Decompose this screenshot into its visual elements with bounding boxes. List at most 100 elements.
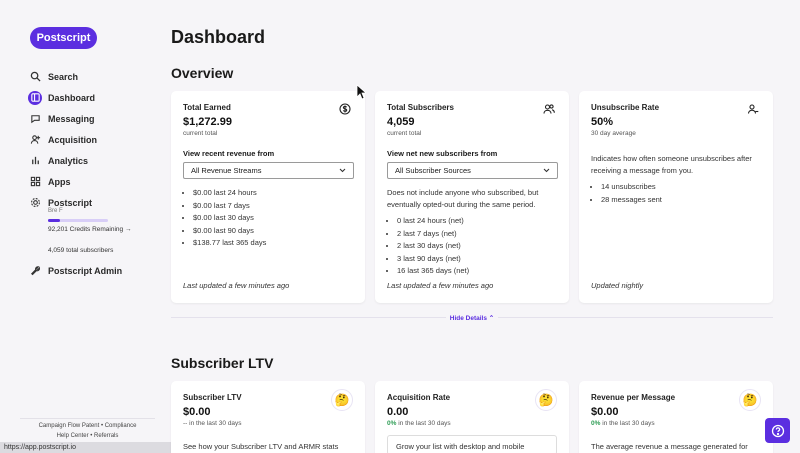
list-item: $0.00 last 24 hours (193, 187, 353, 200)
total-subscribers-text: 4,059 total subscribers (48, 247, 114, 254)
account-user-name: Bre F (48, 208, 63, 214)
card-subtitle: current total (183, 130, 218, 137)
hide-details-label: Hide Details ⌃ (445, 315, 499, 322)
sidebar: Postscript Search Dashboard Messaging Ac… (0, 0, 155, 453)
list-item: 2 last 30 days (net) (397, 240, 557, 253)
revenue-list: $0.00 last 24 hours $0.00 last 7 days $0… (183, 187, 353, 250)
sidebar-item-label: Acquisition (48, 134, 97, 145)
card-title: Acquisition Rate (387, 393, 451, 402)
chevron-down-icon (543, 168, 550, 173)
overview-section-title: Overview (171, 65, 234, 81)
unsubscribe-rate-card: Unsubscribe Rate 50% 30 day average Indi… (579, 91, 773, 303)
select-value: All Revenue Streams (191, 166, 262, 175)
gear-icon (28, 196, 42, 210)
card-subtitle: 0% in the last 30 days (591, 420, 761, 427)
list-item: 28 messages sent (601, 194, 761, 207)
sidebar-item-search[interactable]: Search (28, 66, 153, 87)
footer-link-referrals[interactable]: Referrals (94, 433, 118, 439)
sidebar-item-label: Search (48, 71, 79, 82)
card-title: Total Earned (183, 103, 231, 112)
dashboard-icon (28, 90, 42, 105)
card-value: $1,272.99 (183, 116, 232, 128)
card-subtitle: 30 day average (591, 130, 636, 137)
grid-icon (28, 175, 42, 189)
add-user-icon (28, 133, 42, 147)
sidebar-item-label: Analytics (48, 155, 89, 166)
subscribers-note: Does not include anyone who subscribed, … (387, 188, 539, 209)
footer-link-compliance[interactable]: Compliance (105, 423, 137, 429)
list-item: $0.00 last 7 days (193, 200, 353, 213)
sidebar-item-dashboard[interactable]: Dashboard (28, 87, 153, 108)
sidebar-item-label: Apps (48, 176, 71, 187)
mouse-cursor-icon (356, 84, 366, 100)
card-value: 50% (591, 116, 614, 128)
card-subtitle: 0% in the last 30 days (387, 420, 557, 427)
message-icon (28, 112, 42, 126)
thinking-face-icon: 🤔 (331, 389, 353, 411)
search-icon (28, 70, 42, 84)
sidebar-nav: Search Dashboard Messaging Acquisition A… (28, 66, 153, 281)
bar-chart-icon (28, 154, 42, 168)
card-note: See how your Subscriber LTV and ARMR sta… (183, 442, 339, 451)
period-text: in the last 30 days (187, 420, 242, 427)
users-icon (543, 104, 555, 114)
last-updated-text: Last updated a few minutes ago (183, 281, 290, 290)
list-item: 2 last 7 days (net) (397, 228, 557, 241)
revenue-streams-select[interactable]: All Revenue Streams (183, 162, 354, 179)
help-button[interactable] (765, 418, 790, 443)
credits-progress-bar (48, 219, 108, 222)
sidebar-item-acquisition[interactable]: Acquisition (28, 129, 153, 150)
list-item: 16 last 365 days (net) (397, 265, 557, 278)
last-updated-text: Last updated a few minutes ago (387, 281, 494, 290)
revenue-per-message-card: Revenue per Message $0.00 0% in the last… (579, 381, 773, 453)
list-item: 0 last 24 hours (net) (397, 215, 557, 228)
dollar-circle-icon (339, 103, 351, 115)
subscriber-ltv-card: Subscriber LTV $0.00 -- in the last 30 d… (171, 381, 365, 453)
subscriber-sources-select[interactable]: All Subscriber Sources (387, 162, 558, 179)
card-title: Total Subscribers (387, 103, 454, 112)
card-value: $0.00 (183, 406, 211, 418)
popup-promo-box[interactable]: Grow your list with desktop and mobile p… (387, 435, 557, 453)
list-item: $0.00 last 90 days (193, 225, 353, 238)
sidebar-item-label: Dashboard (48, 92, 96, 103)
list-item: 3 last 90 days (net) (397, 253, 557, 266)
hide-details-toggle[interactable]: Hide Details ⌃ (171, 314, 773, 322)
card-value: 4,059 (387, 116, 415, 128)
sidebar-item-apps[interactable]: Apps (28, 171, 153, 192)
thinking-face-icon: 🤔 (535, 389, 557, 411)
total-earned-card: Total Earned $1,272.99 current total Vie… (171, 91, 365, 303)
page-title: Dashboard (171, 27, 266, 47)
acquisition-rate-card: Acquisition Rate 0.00 0% in the last 30 … (375, 381, 569, 453)
card-title: Subscriber LTV (183, 393, 242, 402)
list-item: 14 unsubscribes (601, 181, 761, 194)
card-title: Revenue per Message (591, 393, 676, 402)
credits-remaining-link[interactable]: 92,201 Credits Remaining → (48, 226, 153, 233)
subscribers-list: 0 last 24 hours (net) 2 last 7 days (net… (387, 215, 557, 278)
unsubscribe-list: 14 unsubscribes 28 messages sent (591, 181, 761, 206)
card-note: The average revenue a message generated … (591, 442, 748, 451)
change-value: 0% (387, 420, 397, 427)
sidebar-item-messaging[interactable]: Messaging (28, 108, 153, 129)
list-item: $138.77 last 365 days (193, 237, 353, 250)
sidebar-item-admin[interactable]: Postscript Admin (28, 260, 153, 281)
card-subtitle: current total (387, 130, 422, 137)
sidebar-item-analytics[interactable]: Analytics (28, 150, 153, 171)
total-subscribers-card: Total Subscribers 4,059 current total Vi… (375, 91, 569, 303)
remove-user-icon (747, 104, 759, 114)
period-text: in the last 30 days (600, 420, 655, 427)
card-title: Unsubscribe Rate (591, 103, 660, 112)
footer-link-help-center[interactable]: Help Center (57, 433, 89, 439)
sidebar-item-label: Postscript (48, 197, 93, 208)
credits-progress-fill (48, 219, 60, 222)
card-subtitle: -- in the last 30 days (183, 420, 353, 427)
change-value: 0% (591, 420, 601, 427)
postscript-logo[interactable]: Postscript (30, 27, 97, 49)
wrench-icon (28, 264, 42, 278)
unsubscribe-note: Indicates how often someone unsubscribes… (591, 154, 752, 175)
thinking-face-icon: 🤔 (739, 389, 761, 411)
list-item: $0.00 last 30 days (193, 212, 353, 225)
sidebar-item-label: Postscript Admin (48, 265, 123, 276)
subscribers-filter-label: View net new subscribers from (387, 149, 498, 158)
footer-link-patent[interactable]: Campaign Flow Patent (39, 423, 100, 429)
period-text: in the last 30 days (396, 420, 451, 427)
